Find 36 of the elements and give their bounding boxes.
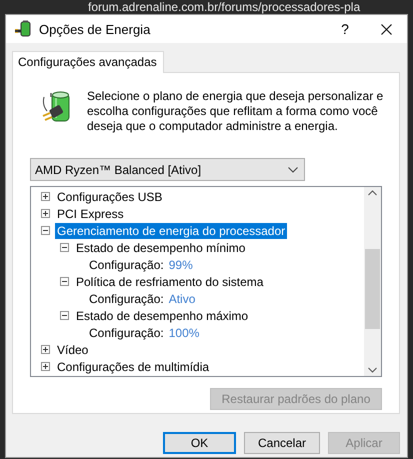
tree-item[interactable]: Configurações de multimídia <box>55 358 212 374</box>
tab[interactable]: Configurações avançadas <box>12 51 164 73</box>
battery-plug-icon <box>14 20 32 38</box>
expand-icon[interactable] <box>41 345 50 354</box>
battery-plug-icon <box>42 89 72 123</box>
setting-value[interactable]: 99% <box>168 258 193 272</box>
tree-item[interactable]: Gerenciamento de energia do processador <box>55 222 288 238</box>
expand-icon[interactable] <box>41 362 50 371</box>
plan-dropdown[interactable]: AMD Ryzen™ Balanced [Ativo] <box>30 158 305 181</box>
dialog-button[interactable]: Cancelar <box>244 432 320 454</box>
chevron-down-icon <box>288 166 298 172</box>
collapse-icon[interactable] <box>60 311 69 320</box>
setting-value[interactable]: Ativo <box>168 292 196 306</box>
setting-value[interactable]: 100% <box>168 326 200 340</box>
tree-item[interactable]: Configurações USB <box>55 188 164 204</box>
dialog-button[interactable]: OK <box>163 432 236 454</box>
tree-item[interactable]: Estado de desempenho mínimo <box>74 240 248 256</box>
collapse-icon[interactable] <box>60 277 69 286</box>
browser-address: forum.adrenaline.com.br/forums/processadores-pla <box>88 0 362 14</box>
tree-item[interactable]: Vídeo <box>55 342 90 358</box>
scrollbar[interactable] <box>364 187 381 376</box>
setting-label: Configuração: <box>89 292 164 306</box>
tree-item[interactable]: Política de resfriamento do sistema <box>74 274 266 290</box>
tree-item[interactable]: Estado de desempenho máximo <box>74 308 250 324</box>
window-title: Opções de Energia <box>39 22 152 36</box>
collapse-icon[interactable] <box>60 243 69 252</box>
help-button[interactable]: ? <box>335 21 355 37</box>
description-text: Selecione o plano de energia que deseja personalizar e escolha configurações que reflitam a forma como você deseja que o computador administre a energia. <box>87 89 384 134</box>
setting-label: Configuração: <box>89 258 164 272</box>
tree-item[interactable]: PCI Express <box>55 206 126 222</box>
expand-icon[interactable] <box>41 209 50 218</box>
close-icon[interactable] <box>381 24 392 34</box>
collapse-icon[interactable] <box>41 226 50 235</box>
setting-label: Configuração: <box>89 326 164 340</box>
scrollbar-thumb[interactable] <box>365 249 380 329</box>
expand-icon[interactable] <box>41 192 50 201</box>
